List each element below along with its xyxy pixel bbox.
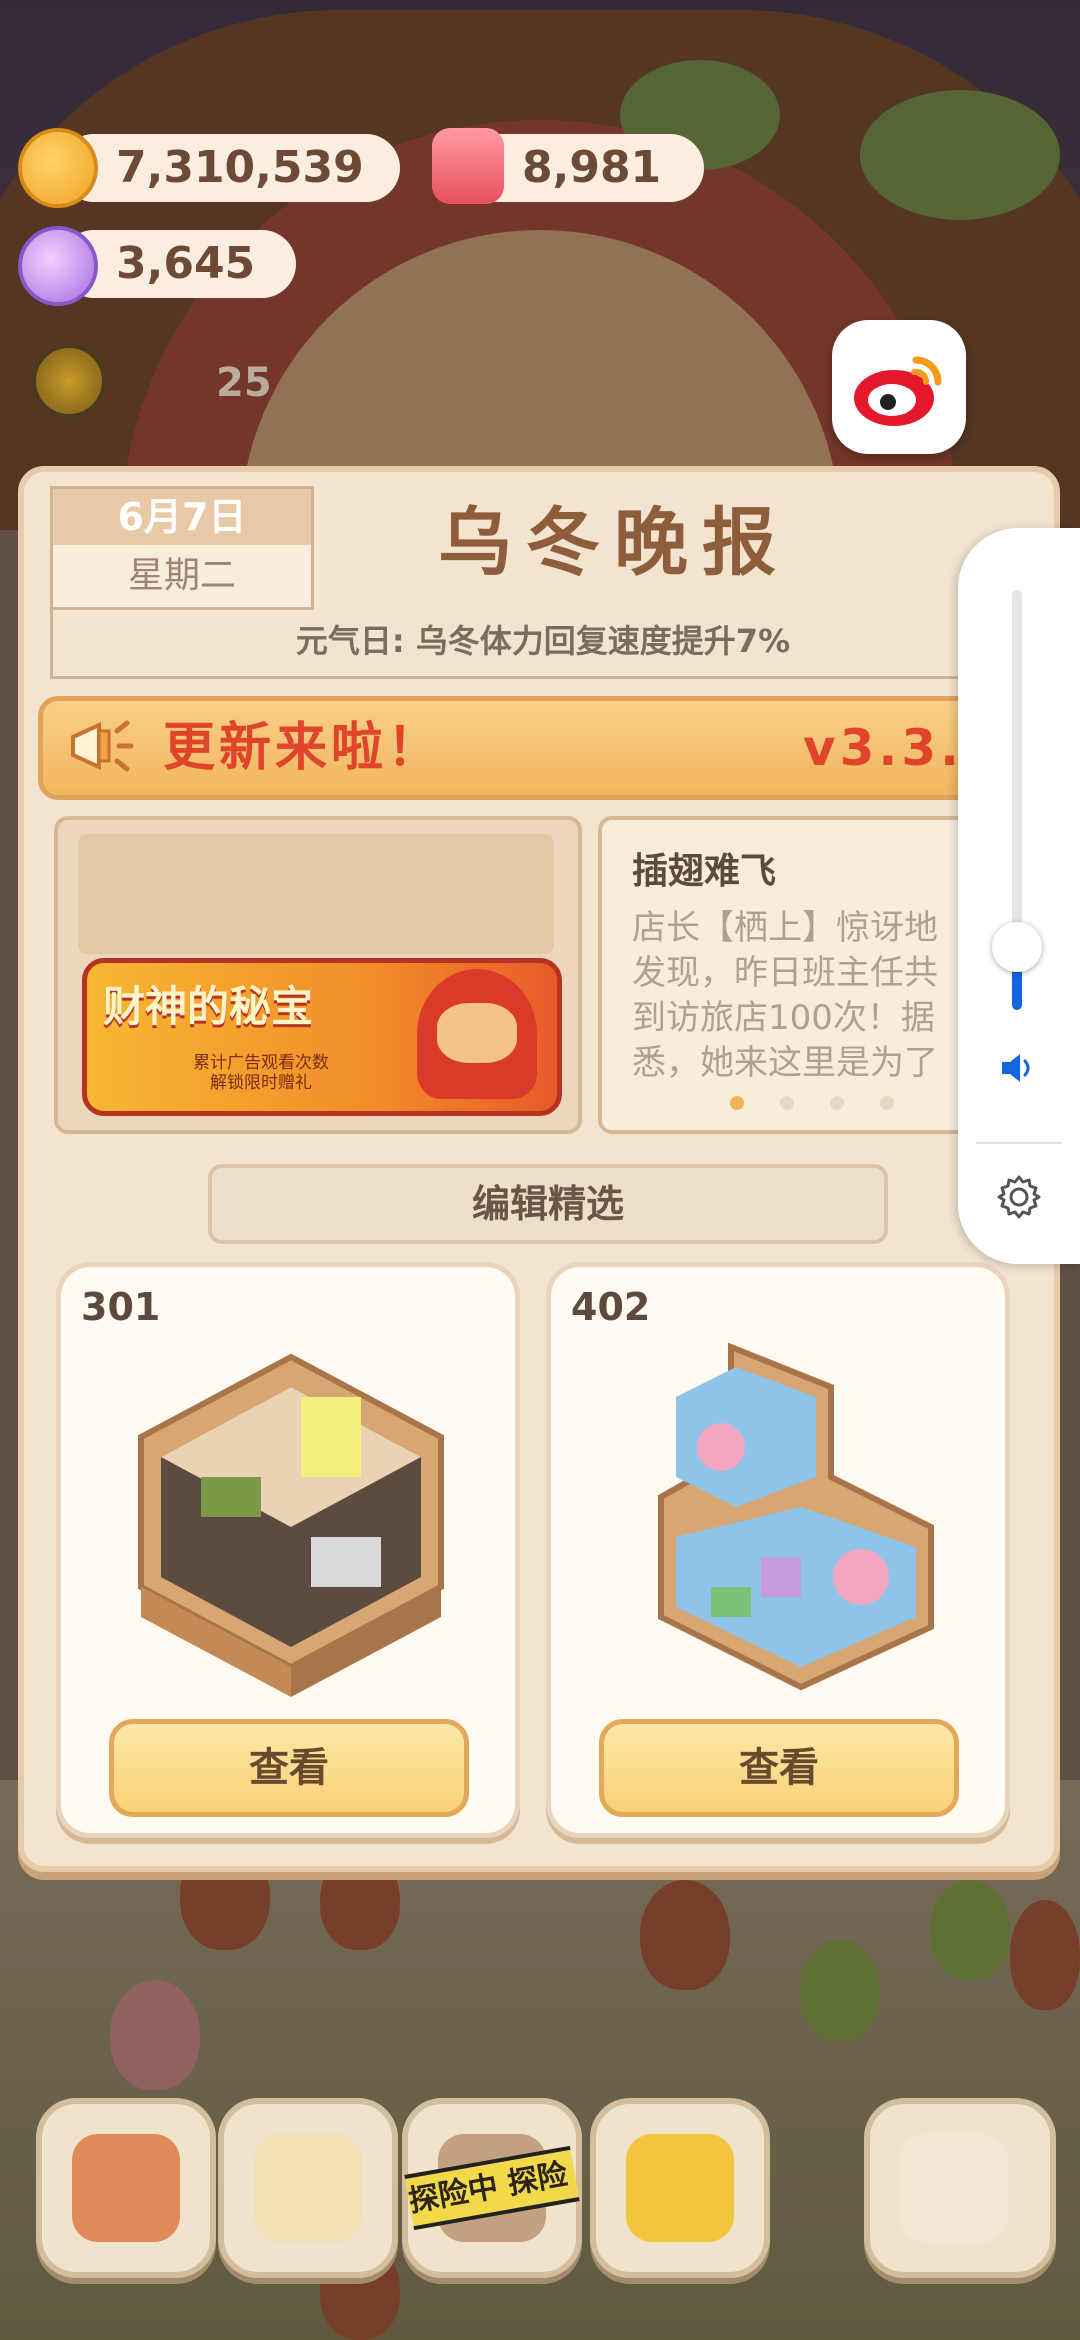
- volume-slider-fill: [1012, 968, 1022, 1010]
- coins-value: 7,310,539: [116, 142, 364, 193]
- shopping-bag-icon: [626, 2134, 734, 2242]
- story-title: 插翅难飞: [632, 851, 777, 892]
- nav-home-button[interactable]: [36, 2098, 216, 2278]
- red-gem-icon: [432, 128, 504, 204]
- visitor-count: 25: [216, 360, 272, 406]
- view-button[interactable]: 查看: [109, 1719, 469, 1817]
- nav-shop-button[interactable]: [590, 2098, 770, 2278]
- room-number: 301: [81, 1285, 161, 1329]
- gems-value: 8,981: [522, 142, 662, 193]
- promo-header-art: [78, 834, 554, 954]
- newspaper-panel: 6月7日 星期二 乌冬晚报 元气日: 乌冬体力回复速度提升7% 更新来啦！ v3…: [18, 466, 1060, 1872]
- room-card-301[interactable]: 301 查看: [56, 1262, 520, 1838]
- megaphone-icon: [71, 720, 134, 772]
- promo-subtitle: 累计广告观看次数 解锁限时赠礼: [181, 1053, 341, 1093]
- promo-subtitle-line1: 累计广告观看次数: [193, 1053, 329, 1073]
- gold-coin-icon: [18, 128, 98, 208]
- view-button[interactable]: 查看: [599, 1719, 959, 1817]
- volume-panel[interactable]: [958, 528, 1080, 1264]
- room-card-402[interactable]: 402 查看: [546, 1262, 1010, 1838]
- character-alarm-icon: [900, 2134, 1008, 2242]
- crystals-value: 3,645: [116, 238, 256, 289]
- promo-subtitle-line2: 解锁限时赠礼: [210, 1073, 312, 1093]
- weibo-share-button[interactable]: [832, 320, 966, 454]
- gear-icon[interactable]: [994, 1172, 1044, 1222]
- coins-counter[interactable]: 7,310,539: [60, 134, 400, 202]
- weibo-icon: [854, 356, 942, 426]
- promo-title: 财神的秘宝: [103, 982, 314, 1031]
- volume-slider-thumb[interactable]: [992, 922, 1042, 972]
- mushroom-house-icon: [72, 2134, 180, 2242]
- visitor-badge-icon: [32, 344, 106, 418]
- room-number: 402: [571, 1285, 651, 1329]
- daily-bonus-text: 元气日: 乌冬体力回复速度提升7%: [295, 622, 791, 660]
- nav-adventure-button[interactable]: 探险中 探险: [402, 2098, 582, 2278]
- carousel-dot[interactable]: [830, 1096, 844, 1110]
- fortune-god-treasure-banner[interactable]: 财神的秘宝 累计广告观看次数 解锁限时赠礼: [82, 958, 562, 1116]
- speaker-icon[interactable]: [998, 1048, 1038, 1088]
- volume-divider: [976, 1142, 1062, 1144]
- daily-bonus-box: 元气日: 乌冬体力回复速度提升7%: [50, 606, 1054, 679]
- room-301-illustration: [138, 1353, 444, 1697]
- heart-notebook-icon: [254, 2134, 362, 2242]
- carousel-dot-active[interactable]: [730, 1096, 744, 1110]
- editor-pick-header: 编辑精选: [208, 1164, 888, 1244]
- purple-crystal-icon: [18, 226, 98, 306]
- update-title: 更新来啦！: [163, 718, 444, 778]
- weekday-label: 星期二: [127, 555, 236, 596]
- date-label: 6月7日: [53, 489, 311, 545]
- carousel-dot[interactable]: [780, 1096, 794, 1110]
- promo-card[interactable]: 财神的秘宝 累计广告观看次数 解锁限时赠礼: [54, 816, 582, 1134]
- date-box: 6月7日 星期二: [50, 486, 314, 610]
- nav-diary-button[interactable]: [218, 2098, 398, 2278]
- carousel-dot[interactable]: [880, 1096, 894, 1110]
- room-402-illustration: [658, 1342, 934, 1691]
- nav-character-button[interactable]: [864, 2098, 1056, 2278]
- update-banner[interactable]: 更新来啦！ v3.3.0: [38, 696, 1054, 800]
- fortune-god-face: [437, 1003, 517, 1063]
- newspaper-title: 乌冬晚报: [438, 500, 790, 586]
